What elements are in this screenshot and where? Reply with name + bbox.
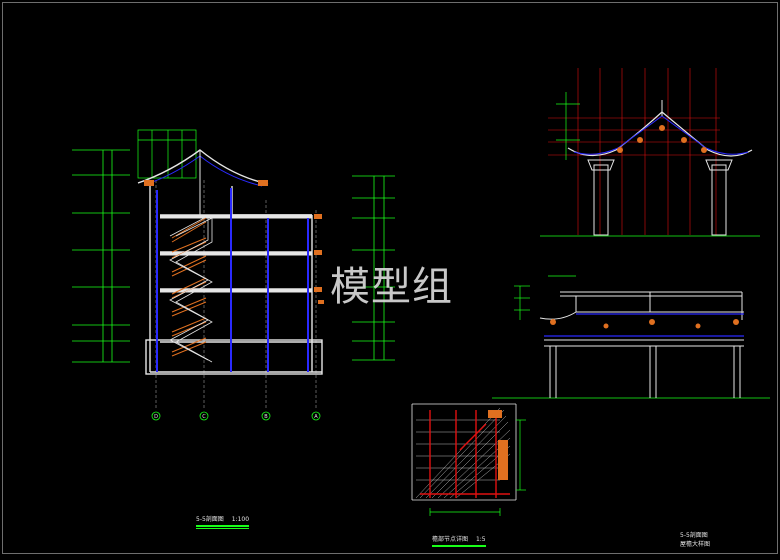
eave-roof-lines xyxy=(539,291,744,398)
detail-title-underline xyxy=(432,545,486,547)
floor-slabs xyxy=(160,215,312,293)
axis-label-a: A xyxy=(314,414,318,420)
axis-label-c: C xyxy=(202,414,206,420)
facade-brackets xyxy=(314,214,324,304)
roof-elevation-drawing xyxy=(540,68,760,237)
section-title-label: 5-5剖面图 1:100 xyxy=(196,514,250,529)
green-grid-lines xyxy=(540,92,760,237)
axis-label-b: B xyxy=(264,414,268,420)
eave-detail-drawing xyxy=(411,403,526,516)
cad-drawing-sheet: D C B A 模型组 5-5剖面图 1:100 檐部节点详图 1:5 5-5剖… xyxy=(0,0,780,556)
axis-label-d: D xyxy=(154,414,158,420)
watermark-text: 模型组 xyxy=(330,264,453,310)
eave-elevation-drawing xyxy=(492,275,770,399)
roof-columns xyxy=(587,159,733,236)
section-title: 5-5剖面图 xyxy=(196,516,224,523)
elevation-subtitle: 屋檐大样图 xyxy=(680,541,711,548)
section-title-underline xyxy=(196,525,250,527)
staircase xyxy=(171,217,207,357)
section-scale: 1:100 xyxy=(231,516,250,523)
elevation-title: 5-5剖面图 xyxy=(680,532,708,539)
section-title-underline-thin xyxy=(196,528,250,529)
detail-title: 檐部节点详图 xyxy=(432,536,469,543)
eave-dimension-lines xyxy=(492,275,770,399)
eave-blue-rafters xyxy=(544,313,744,337)
building-section-outline xyxy=(145,186,323,375)
left-dimension-lines xyxy=(72,149,130,363)
detail-title-label: 檐部节点详图 1:5 xyxy=(432,534,486,547)
axis-bubbles xyxy=(151,411,321,421)
axis-bubble-labels: D C B A xyxy=(154,414,318,420)
eave-bracket-sets xyxy=(550,319,739,329)
elevation-title-label: 5-5剖面图 屋檐大样图 xyxy=(680,530,710,548)
detail-scale: 1:5 xyxy=(475,536,486,543)
